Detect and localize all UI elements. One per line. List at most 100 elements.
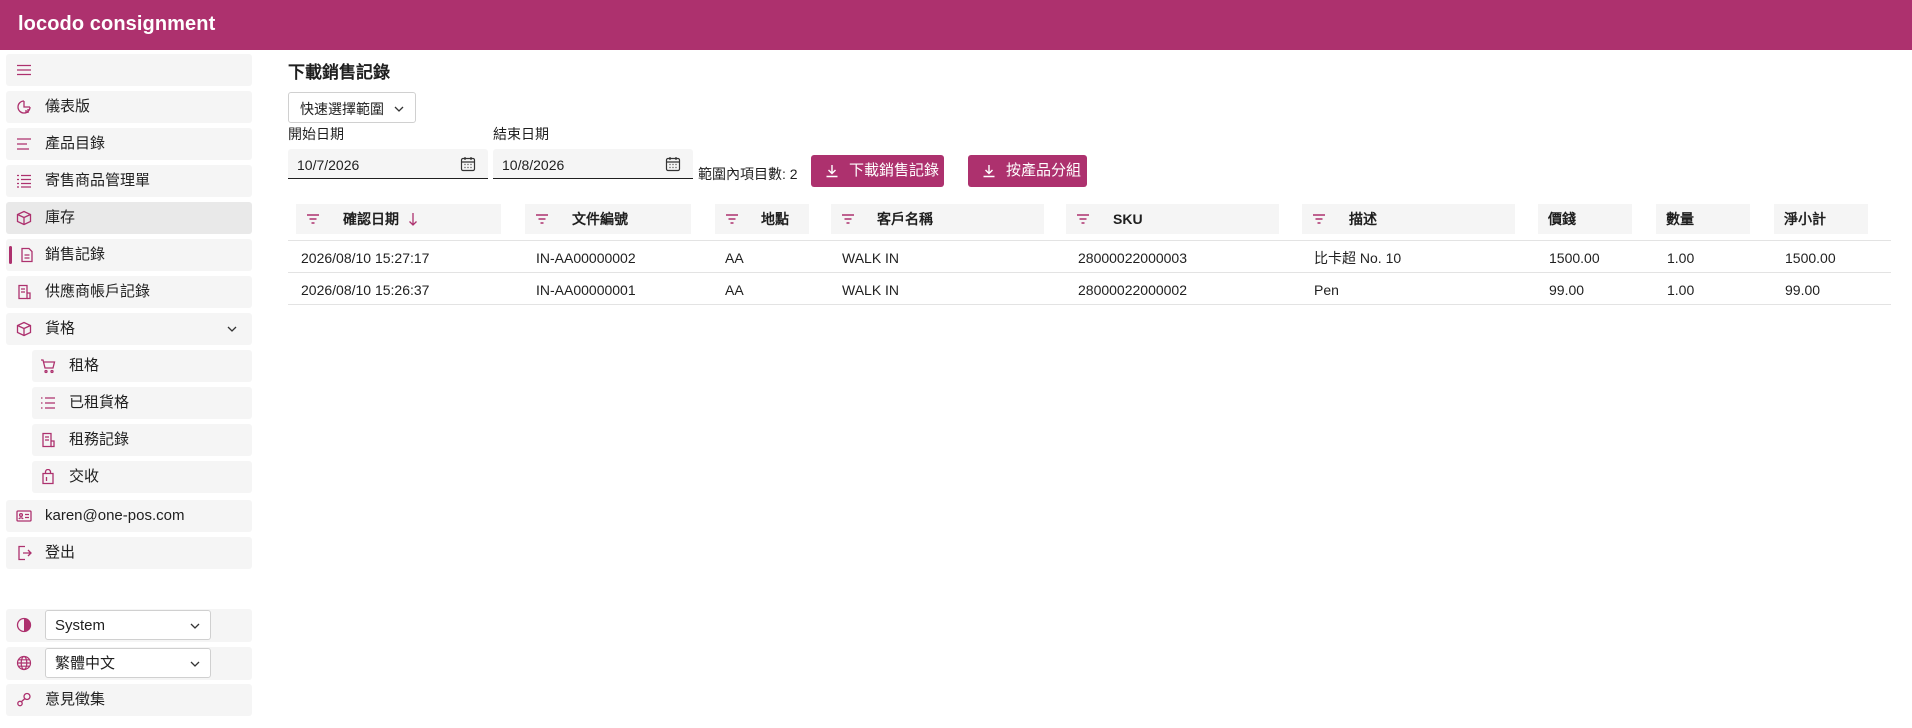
sidebar-item-supplier-accounts[interactable]: 供應商帳戶記錄 [6, 276, 252, 308]
sidebar-subitem-label: 交收 [69, 468, 100, 485]
sidebar-item-dashboard[interactable]: 儀表版 [6, 91, 252, 123]
cell-location: AA [725, 282, 744, 298]
cell-doc-number: IN-AA00000002 [536, 250, 636, 266]
sidebar-item-feedback[interactable]: 意見徵集 [6, 684, 252, 716]
filter-icon[interactable] [535, 213, 549, 225]
cell-net-subtotal: 99.00 [1785, 282, 1821, 298]
column-label: 數量 [1666, 211, 1694, 227]
sidebar-subitem-rent-shelf[interactable]: 租格 [32, 350, 252, 382]
column-header-description[interactable] [1302, 204, 1515, 234]
chevron-down-icon [190, 661, 200, 667]
sidebar-item-shelves[interactable]: 貨格 [6, 313, 252, 345]
sidebar-subitem-rented-shelves[interactable]: 已租貨格 [32, 387, 252, 419]
quick-range-label: 快速選擇範圍 [300, 101, 384, 117]
cell-customer: WALK IN [842, 282, 900, 298]
sidebar-subitem-rental-records[interactable]: 租務記錄 [32, 424, 252, 456]
id-card-icon [16, 510, 32, 522]
theme-select[interactable]: System [45, 610, 211, 640]
chevron-down-icon [227, 326, 237, 332]
cell-sku: 28000022000003 [1078, 250, 1188, 266]
box-icon [16, 210, 32, 226]
column-label: 地點 [761, 211, 789, 227]
chevron-down-icon [394, 106, 404, 112]
sidebar-item-consignment-orders[interactable]: 寄售商品管理單 [6, 165, 252, 197]
column-header-sku[interactable] [1066, 204, 1279, 234]
receipt-icon [42, 432, 55, 448]
theme-select-value: System [55, 617, 106, 634]
user-email: karen@one-pos.com [45, 507, 185, 524]
end-date-input[interactable]: 10/8/2026 [493, 149, 693, 179]
filter-icon[interactable] [841, 213, 855, 225]
feedback-icon [17, 692, 31, 707]
cell-quantity: 1.00 [1667, 282, 1695, 298]
cell-doc-number: IN-AA00000001 [536, 282, 636, 298]
active-indicator [9, 246, 12, 264]
sidebar-item-sales-records[interactable]: 銷售記錄 [6, 239, 252, 271]
calendar-icon[interactable] [460, 156, 476, 172]
column-label: 文件編號 [572, 211, 628, 227]
receipt-icon [18, 284, 31, 300]
menu-toggle-button[interactable] [6, 54, 252, 86]
column-label: 客戶名稱 [877, 211, 933, 227]
sidebar-item-catalog[interactable]: 產品目錄 [6, 128, 252, 160]
row-divider [288, 272, 1891, 273]
filter-icon[interactable] [1076, 213, 1090, 225]
language-select[interactable]: 繁體中文 [45, 648, 211, 678]
column-header-customer[interactable] [831, 204, 1044, 234]
column-label: 確認日期 [343, 211, 399, 227]
cell-customer: WALK IN [842, 250, 900, 266]
download-sales-button[interactable]: 下載銷售記錄 [811, 155, 944, 187]
start-date-input[interactable]: 10/7/2026 [288, 149, 488, 179]
sidebar-item-label: 銷售記錄 [45, 246, 106, 263]
cell-description: Pen [1314, 282, 1339, 298]
quick-range-select[interactable]: 快速選擇範圍 [288, 92, 416, 123]
filter-icon[interactable] [306, 213, 320, 225]
hamburger-icon [17, 64, 31, 76]
app-title: locodo consignment [18, 13, 216, 35]
sidebar-subitem-label: 租格 [69, 357, 100, 374]
column-label: 價錢 [1548, 211, 1576, 227]
download-icon [826, 165, 838, 178]
sidebar-item-label: 寄售商品管理單 [45, 172, 151, 189]
item-count: 範圍內項目數: 2 [698, 166, 798, 182]
filter-icon[interactable] [725, 213, 739, 225]
language-row: 繁體中文 [6, 647, 252, 680]
catalog-icon [17, 138, 31, 150]
box-icon [16, 321, 32, 337]
sidebar-item-label: 供應商帳戶記錄 [45, 283, 151, 300]
sidebar-item-account[interactable]: karen@one-pos.com [6, 500, 252, 532]
row-divider [288, 240, 1891, 241]
cell-quantity: 1.00 [1667, 250, 1695, 266]
sidebar-item-logout[interactable]: 登出 [6, 537, 252, 569]
group-by-product-label: 按產品分組 [1006, 162, 1082, 179]
contrast-icon [16, 617, 32, 633]
language-select-value: 繁體中文 [55, 655, 116, 672]
column-label: SKU [1113, 211, 1143, 227]
download-icon [983, 165, 995, 178]
app-header: locodo consignment [0, 0, 1912, 50]
sidebar-item-label: 產品目錄 [45, 135, 106, 152]
cell-location: AA [725, 250, 744, 266]
filter-icon[interactable] [1312, 213, 1326, 225]
start-date-label: 開始日期 [288, 126, 344, 142]
cell-date: 2026/08/10 15:26:37 [301, 282, 430, 298]
cell-net-subtotal: 1500.00 [1785, 250, 1836, 266]
sidebar-subitem-label: 租務記錄 [69, 431, 130, 448]
sidebar-subitem-label: 已租貨格 [69, 394, 130, 411]
logout-icon [18, 545, 32, 561]
document-icon [21, 247, 33, 263]
start-date-value: 10/7/2026 [297, 157, 360, 173]
sidebar-item-label: 庫存 [45, 209, 76, 226]
end-date-label: 結束日期 [493, 126, 549, 142]
theme-row: System [6, 609, 252, 642]
page-title: 下載銷售記錄 [288, 63, 390, 82]
sidebar-item-inventory[interactable]: 庫存 [6, 202, 252, 234]
sort-down-icon[interactable] [408, 212, 418, 226]
group-by-product-button[interactable]: 按產品分組 [968, 155, 1087, 187]
sidebar-item-label: 登出 [45, 544, 76, 561]
calendar-icon[interactable] [665, 156, 681, 172]
cart-icon [41, 359, 56, 374]
cell-description: 比卡超 No. 10 [1314, 250, 1402, 266]
sidebar-subitem-handover[interactable]: 交收 [32, 461, 252, 493]
row-divider [288, 304, 1891, 305]
